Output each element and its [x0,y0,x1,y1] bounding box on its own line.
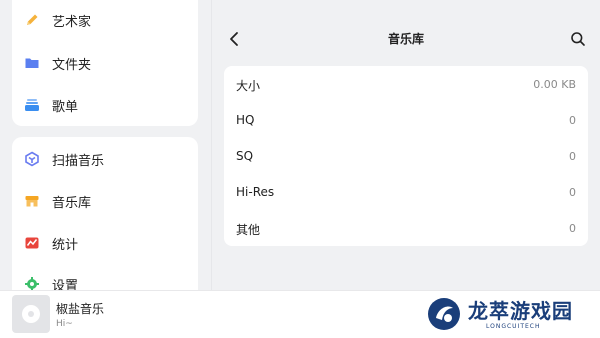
sidebar-item-playlists[interactable]: 歌单 [12,91,198,119]
sidebar-item-folders[interactable]: 文件夹 [12,49,198,77]
sidebar-item-artists[interactable]: 艺术家 [12,6,198,34]
stat-row-other: 其他 0 [224,210,588,246]
playlist-icon [24,97,40,113]
stat-row-size: 大小 0.00 KB [224,66,588,102]
stat-label: HQ [236,113,255,127]
sidebar-item-scan-music[interactable]: 扫描音乐 [12,145,198,173]
watermark-logo: 龙萃游戏园 LONGCUITECH [418,290,600,338]
stat-label: 其他 [236,223,261,237]
sidebar-item-label: 歌单 [52,99,79,115]
search-icon[interactable] [570,31,586,47]
watermark-subtext: LONGCUITECH [486,323,541,330]
disc-icon [22,305,40,323]
sidebar-item-music-library[interactable]: 音乐库 [12,187,198,215]
stat-label: SQ [236,149,254,163]
stat-row-sq: SQ 0 [224,138,588,174]
scan-icon [24,151,40,167]
sidebar-item-label: 统计 [52,237,79,253]
stat-value: 0 [569,150,576,163]
library-stats-card: 大小 0.00 KB HQ 0 SQ 0 Hi-Res 0 其他 0 [224,66,588,246]
library-icon [24,193,40,209]
watermark-emblem-icon [428,298,460,330]
stats-icon [24,235,40,251]
sidebar-item-label: 音乐库 [52,195,92,211]
stat-label: 大小 [236,79,261,93]
album-art[interactable] [12,295,50,333]
stat-row-hq: HQ 0 [224,102,588,138]
sidebar: 艺术家 文件夹 歌单 扫描音乐 音乐库 统计 设置 [0,0,212,297]
sidebar-item-label: 艺术家 [52,14,92,30]
stat-row-hi-res: Hi-Res 0 [224,174,588,210]
stat-label: Hi-Res [236,185,275,199]
page-header: 音乐库 [212,0,600,62]
now-playing-subtitle: Hi~ [56,319,73,329]
now-playing-title: 椒盐音乐 [56,302,105,316]
sidebar-item-label: 文件夹 [52,57,92,73]
folder-icon [24,55,40,71]
stat-value: 0 [569,222,576,235]
watermark-text: 龙萃游戏园 [468,299,573,323]
sidebar-item-statistics[interactable]: 统计 [12,229,198,257]
sidebar-top-card: 艺术家 文件夹 歌单 [12,0,198,126]
sidebar-item-label: 扫描音乐 [52,153,105,169]
stat-value: 0.00 KB [533,78,576,91]
stat-value: 0 [569,114,576,127]
pencil-icon [24,12,40,28]
sidebar-bottom-card: 扫描音乐 音乐库 统计 设置 [12,137,198,297]
page-title: 音乐库 [387,32,424,46]
stat-value: 0 [569,186,576,199]
